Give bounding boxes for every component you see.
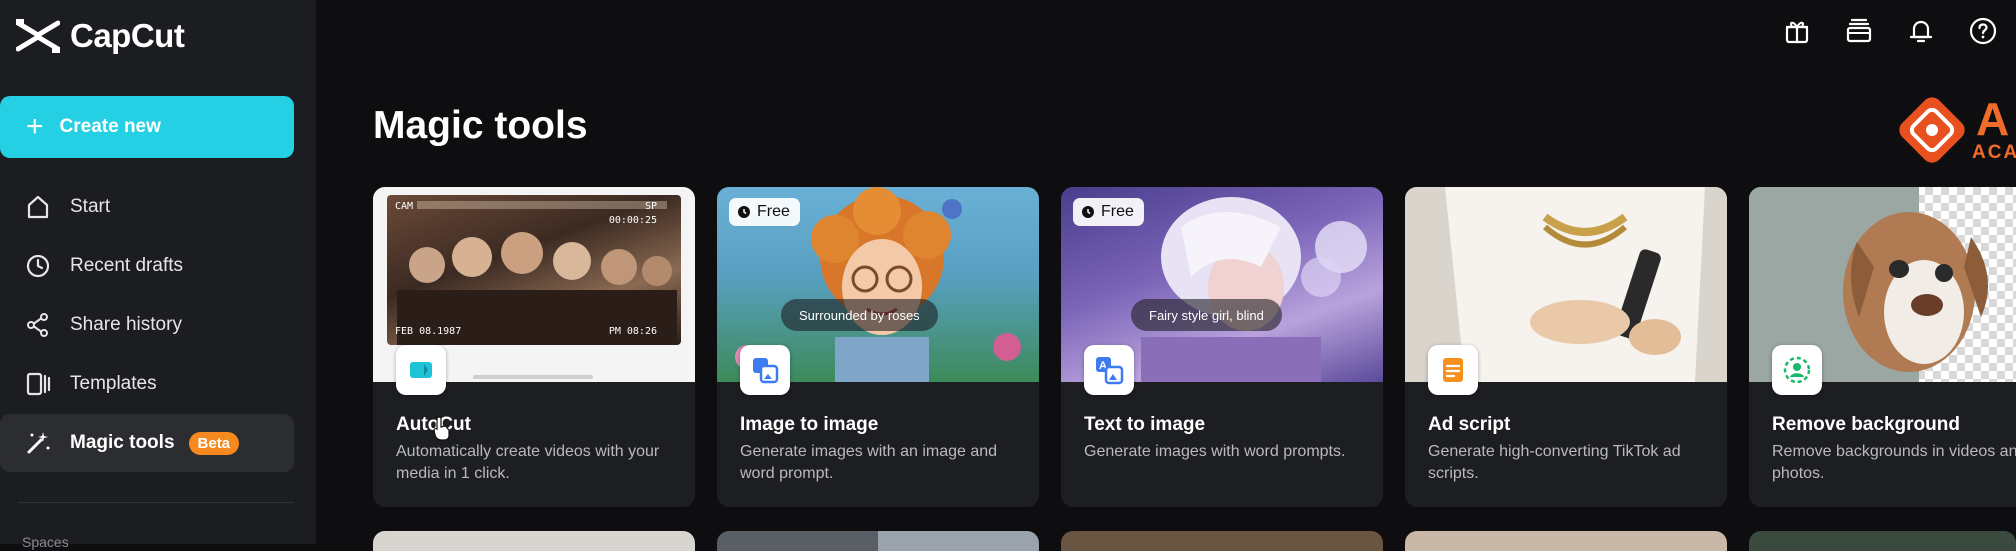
sidebar-item-start[interactable]: Start	[0, 178, 316, 236]
tool-description: Automatically create videos with your me…	[396, 443, 660, 482]
sidebar-item-label: Templates	[70, 373, 157, 394]
film-photo: CAM SP 00:00:25 FEB 08.1987 PM 08:26	[387, 195, 681, 345]
sidebar-item-label: Share history	[70, 314, 182, 335]
beta-badge: Beta	[188, 431, 240, 455]
sidebar-item-label: Start	[70, 196, 111, 217]
clock-icon	[738, 206, 750, 218]
free-badge: Free	[1073, 198, 1144, 226]
autocut-icon	[396, 345, 446, 395]
tool-description: Generate high-converting TikTok ad scrip…	[1428, 443, 1681, 482]
sidebar-item-label: Recent drafts	[70, 255, 183, 276]
magic-wand-icon	[27, 432, 50, 454]
free-badge-label: Free	[1101, 203, 1134, 220]
tool-name: Text to image	[1084, 414, 1206, 435]
stack-icon[interactable]	[1844, 16, 1874, 46]
timecode-top: 00:00:25	[608, 215, 657, 226]
tool-card-autocut[interactable]: CAM SP 00:00:25 FEB 08.1987 PM 08:26 Aut…	[373, 187, 695, 507]
clock-icon	[1082, 206, 1094, 218]
plus-icon: +	[26, 110, 44, 143]
home-icon	[27, 195, 49, 219]
capcut-logo-icon	[16, 19, 60, 53]
sidebar-item-share-history[interactable]: Share history	[0, 296, 316, 354]
prompt-caption: Surrounded by roses	[781, 299, 938, 331]
app-name: CapCut	[70, 17, 185, 54]
tool-card-row2-1[interactable]	[373, 531, 695, 551]
sidebar-item-magic-tools[interactable]: Magic tools Beta	[0, 414, 294, 472]
sidebar-item-templates[interactable]: Templates	[0, 355, 316, 413]
share-icon	[27, 313, 48, 337]
tool-card-row2-5[interactable]	[1749, 531, 2016, 551]
tool-card-row2-4[interactable]	[1405, 531, 1727, 551]
header-actions	[1782, 16, 1998, 46]
sp-label: SP	[644, 201, 657, 212]
tool-card-ad-script[interactable]: Ad script Generate high-converting TikTo…	[1405, 187, 1727, 507]
date-stamp: FEB 08.1987	[395, 326, 462, 337]
spaces-section-label: Spaces	[22, 534, 69, 550]
brand-text: A	[1976, 93, 2010, 145]
sidebar: CapCut + Create new Start Recent drafts …	[0, 0, 316, 550]
brand-logo-icon	[1899, 97, 1965, 163]
cursor-hand-icon	[433, 416, 450, 441]
brand-subtext: ACA	[1972, 142, 2016, 163]
tool-description: Generate images with an image and word p…	[740, 443, 998, 482]
tool-card-image-to-image[interactable]: Free Surrounded by roses Image to image …	[717, 187, 1039, 507]
text-to-image-icon: A	[1084, 345, 1134, 395]
cam-label: CAM	[395, 201, 414, 212]
create-new-label: Create new	[59, 116, 161, 137]
tool-description: Remove backgrounds in videos and photos.	[1772, 443, 2016, 482]
sidebar-nav: Start Recent drafts Share history Templa…	[0, 178, 316, 473]
help-icon[interactable]	[1968, 16, 1998, 46]
create-new-button[interactable]: + Create new	[0, 96, 294, 158]
ad-script-icon	[1428, 345, 1478, 395]
tool-description: Generate images with word prompts.	[1084, 443, 1346, 460]
autocut-progress-strip	[473, 375, 593, 379]
page-title: Magic tools	[373, 104, 588, 147]
image-to-image-icon	[740, 345, 790, 395]
tool-name: Ad script	[1428, 414, 1511, 435]
tool-card-remove-background[interactable]: Remove background Remove backgrounds in …	[1749, 187, 2016, 507]
tool-card-row2-3[interactable]	[1061, 531, 1383, 551]
prompt-caption: Fairy style girl, blind	[1131, 299, 1282, 331]
gift-icon[interactable]	[1782, 16, 1812, 46]
remove-background-icon	[1772, 345, 1822, 395]
free-badge-label: Free	[757, 203, 790, 220]
free-badge: Free	[729, 198, 800, 226]
templates-icon	[26, 372, 51, 396]
brand-watermark: A ACA	[1892, 90, 2016, 172]
tool-card-row2-2[interactable]	[717, 531, 1039, 551]
tool-card-text-to-image[interactable]: Free Fairy style girl, blind A Text to i…	[1061, 187, 1383, 507]
tool-name: Remove background	[1772, 414, 1960, 435]
sidebar-item-label: Magic tools	[70, 432, 175, 453]
timecode-bottom: PM 08:26	[608, 326, 657, 337]
clock-icon	[26, 254, 50, 278]
tool-name: Image to image	[740, 414, 879, 435]
sidebar-item-recent-drafts[interactable]: Recent drafts	[0, 237, 316, 295]
bell-icon[interactable]	[1906, 16, 1936, 46]
sidebar-divider	[18, 502, 294, 503]
capcut-logo[interactable]: CapCut	[16, 14, 185, 58]
